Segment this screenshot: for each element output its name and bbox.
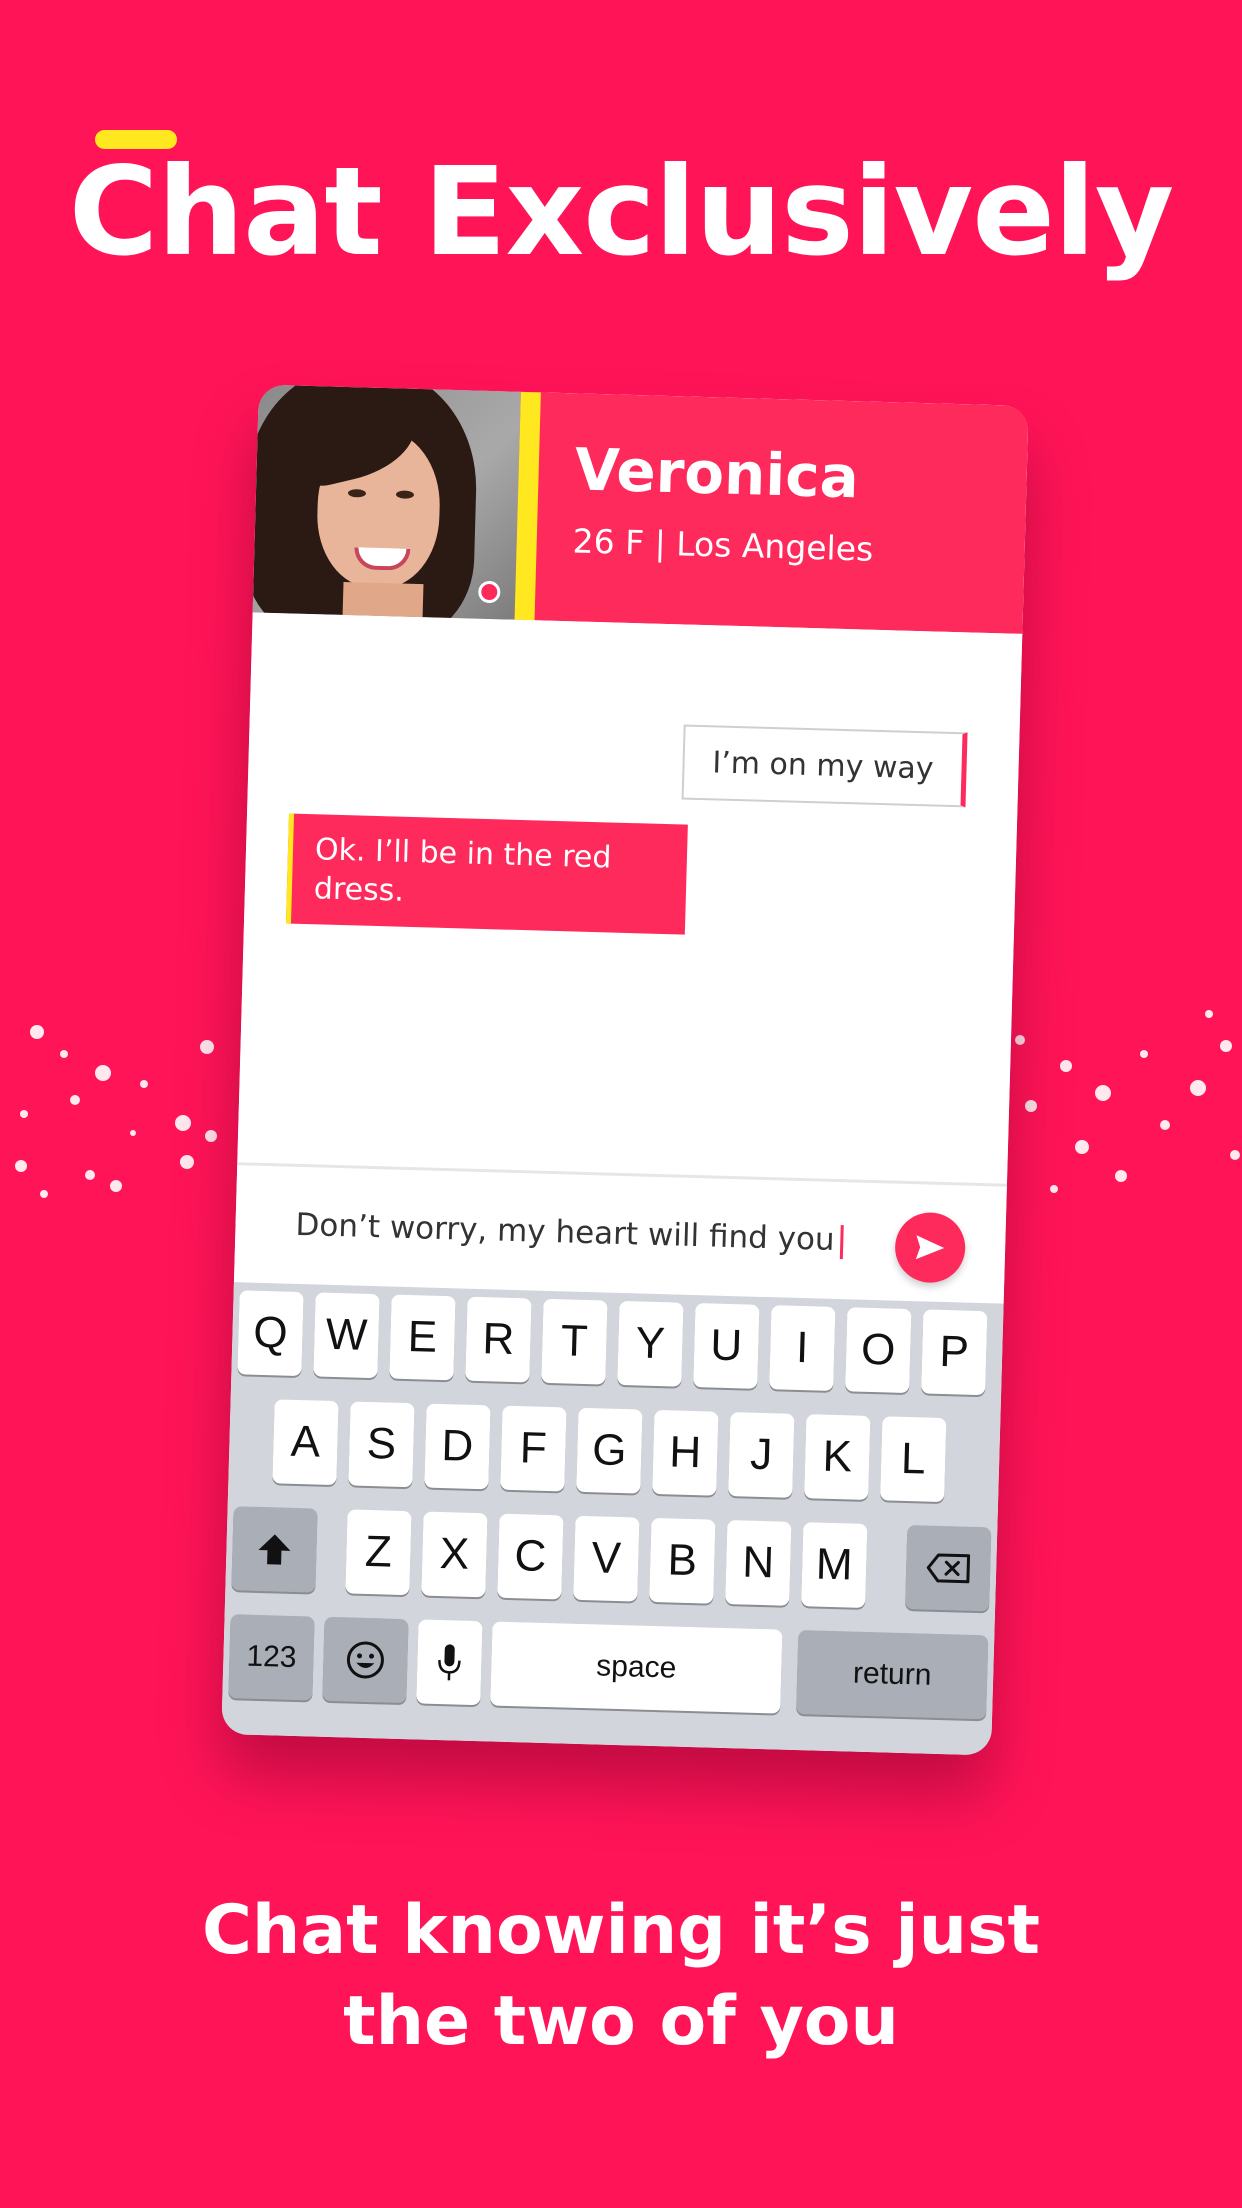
send-button[interactable] [894, 1211, 967, 1284]
key-f[interactable]: F [500, 1405, 567, 1492]
online-status-dot [477, 580, 501, 604]
onscreen-keyboard: Q W E R T Y U I O P A S D F G H J K L Z [221, 1282, 1004, 1756]
key-e[interactable]: E [389, 1294, 456, 1381]
message-list[interactable]: I’m on my way Ok. I’ll be in the red dre… [237, 612, 1023, 1184]
outgoing-message: I’m on my way [681, 724, 968, 808]
profile-photo[interactable] [252, 384, 521, 620]
shift-key[interactable] [231, 1506, 318, 1593]
emoji-key[interactable] [322, 1616, 409, 1704]
key-m[interactable]: M [801, 1522, 868, 1608]
subtitle-line-1: Chat knowing it’s just [201, 1891, 1041, 1970]
backspace-icon [926, 1553, 971, 1584]
numbers-key[interactable]: 123 [228, 1614, 315, 1701]
microphone-key[interactable] [416, 1619, 483, 1706]
microphone-icon [438, 1644, 461, 1681]
profile-name: Veronica [573, 435, 860, 512]
key-w[interactable]: W [313, 1292, 380, 1379]
key-a[interactable]: A [272, 1399, 339, 1486]
key-h[interactable]: H [652, 1409, 719, 1496]
key-v[interactable]: V [573, 1515, 640, 1602]
emoji-icon [346, 1641, 384, 1679]
phone-mockup: Veronica 26 F | Los Angeles I’m on my wa… [221, 384, 1029, 1756]
key-n[interactable]: N [725, 1520, 792, 1606]
subtitle-line-2: the two of you [343, 1982, 899, 2062]
key-g[interactable]: G [576, 1407, 643, 1494]
key-o[interactable]: O [845, 1307, 912, 1394]
incoming-message: Ok. I’ll be in the red dress. [285, 813, 688, 935]
message-input-text: Don’t worry, my heart will find you [295, 1206, 836, 1258]
key-x[interactable]: X [421, 1511, 488, 1598]
text-caret [840, 1224, 845, 1259]
message-input[interactable]: Don’t worry, my heart will find you [295, 1206, 845, 1259]
key-c[interactable]: C [497, 1513, 564, 1600]
chat-header: Veronica 26 F | Los Angeles [252, 384, 1029, 634]
page-title: Chat Exclusively [68, 141, 1175, 283]
key-u[interactable]: U [693, 1303, 760, 1389]
shift-icon [258, 1534, 291, 1565]
page-subtitle: Chat knowing it’s just the two of you [0, 1885, 1242, 2067]
key-d[interactable]: D [424, 1403, 491, 1490]
key-k[interactable]: K [804, 1414, 871, 1500]
key-s[interactable]: S [348, 1401, 415, 1488]
send-icon [915, 1235, 945, 1260]
key-p[interactable]: P [921, 1309, 988, 1396]
key-z[interactable]: Z [345, 1509, 412, 1596]
key-b[interactable]: B [649, 1517, 716, 1604]
key-t[interactable]: T [541, 1298, 608, 1385]
key-i[interactable]: I [769, 1305, 836, 1391]
key-y[interactable]: Y [617, 1300, 684, 1387]
key-j[interactable]: J [728, 1412, 795, 1498]
key-q[interactable]: Q [237, 1290, 304, 1377]
space-key[interactable]: space [490, 1621, 783, 1714]
profile-details: 26 F | Los Angeles [572, 521, 874, 569]
key-l[interactable]: L [880, 1416, 947, 1503]
return-key[interactable]: return [796, 1630, 989, 1720]
backspace-key[interactable] [905, 1525, 992, 1612]
key-r[interactable]: R [465, 1296, 532, 1383]
